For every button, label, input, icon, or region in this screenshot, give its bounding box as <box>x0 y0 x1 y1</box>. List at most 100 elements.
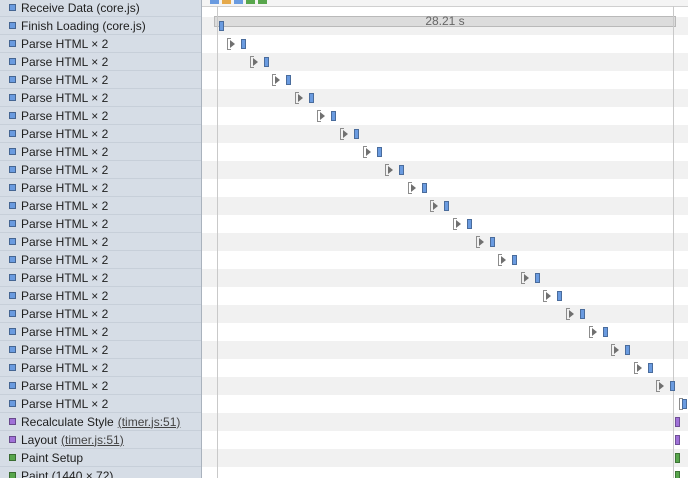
record-label: Parse HTML × 2 <box>21 90 109 105</box>
record-category-swatch <box>9 202 16 209</box>
timeline-row <box>202 233 688 251</box>
record-bar[interactable] <box>675 471 680 478</box>
disclosure-triangle-icon[interactable] <box>410 184 416 192</box>
record-row[interactable]: Parse HTML × 2 <box>0 161 201 179</box>
record-bar[interactable] <box>557 291 563 301</box>
record-bar[interactable] <box>647 363 653 373</box>
record-bar[interactable] <box>489 237 495 247</box>
record-row[interactable]: Parse HTML × 2 <box>0 179 201 197</box>
record-row[interactable]: Parse HTML × 2 <box>0 305 201 323</box>
record-label: Recalculate Style <box>21 414 114 429</box>
source-link[interactable]: (timer.js:51) <box>61 433 124 447</box>
record-row[interactable]: Paint (1440 × 72) <box>0 467 201 478</box>
disclosure-triangle-icon[interactable] <box>343 130 348 138</box>
timeline-row <box>202 251 688 269</box>
record-row[interactable]: Parse HTML × 2 <box>0 125 201 143</box>
grid-line <box>217 6 218 478</box>
record-bar[interactable] <box>399 165 405 175</box>
record-row[interactable]: Parse HTML × 2 <box>0 341 201 359</box>
record-bar[interactable] <box>308 93 314 103</box>
record-row[interactable]: Parse HTML × 2 <box>0 89 201 107</box>
record-bar[interactable] <box>241 39 246 49</box>
record-row[interactable]: Parse HTML × 2 <box>0 395 201 413</box>
record-row[interactable]: Parse HTML × 2 <box>0 377 201 395</box>
record-bar[interactable] <box>534 273 540 283</box>
record-row[interactable]: Parse HTML × 2 <box>0 251 201 269</box>
disclosure-triangle-icon[interactable] <box>297 94 303 102</box>
disclosure-triangle-icon[interactable] <box>636 364 642 372</box>
disclosure-triangle-icon[interactable] <box>523 274 529 282</box>
timeline-row <box>202 305 688 323</box>
record-bar[interactable] <box>286 75 292 85</box>
disclosure-triangle-icon[interactable] <box>252 58 258 66</box>
disclosure-triangle-icon[interactable] <box>388 166 394 174</box>
record-bar[interactable] <box>675 435 680 445</box>
record-row[interactable]: Recalculate Style (timer.js:51) <box>0 413 201 431</box>
record-bar[interactable] <box>675 453 680 463</box>
disclosure-triangle-icon[interactable] <box>501 256 507 264</box>
record-row[interactable]: Parse HTML × 2 <box>0 287 201 305</box>
record-bar[interactable] <box>602 327 608 337</box>
record-bar[interactable] <box>331 111 337 121</box>
record-category-swatch <box>9 256 16 263</box>
timeline-row <box>202 359 688 377</box>
record-row[interactable]: Parse HTML × 2 <box>0 107 201 125</box>
disclosure-triangle-icon[interactable] <box>433 202 439 210</box>
record-label: Parse HTML × 2 <box>21 54 109 69</box>
record-label: Parse HTML × 2 <box>21 144 109 159</box>
record-row[interactable]: Paint Setup <box>0 449 201 467</box>
disclosure-triangle-icon[interactable] <box>546 292 552 300</box>
disclosure-triangle-icon[interactable] <box>275 76 281 84</box>
disclosure-triangle-icon[interactable] <box>365 148 371 156</box>
record-row[interactable]: Parse HTML × 2 <box>0 215 201 233</box>
record-bar[interactable] <box>580 309 585 319</box>
record-row[interactable]: Layout (timer.js:51) <box>0 431 201 449</box>
record-row[interactable]: Parse HTML × 2 <box>0 197 201 215</box>
record-bar[interactable] <box>444 201 450 211</box>
record-row[interactable]: Parse HTML × 2 <box>0 233 201 251</box>
record-bar[interactable] <box>354 129 359 139</box>
record-bar[interactable] <box>219 21 224 31</box>
record-bar[interactable] <box>512 255 518 265</box>
record-label: Parse HTML × 2 <box>21 306 109 321</box>
record-row[interactable]: Finish Loading (core.js) <box>0 17 201 35</box>
record-bar[interactable] <box>467 219 472 229</box>
record-row[interactable]: Parse HTML × 2 <box>0 53 201 71</box>
overview-mark <box>246 0 255 4</box>
record-row[interactable]: Receive Data (core.js) <box>0 0 201 17</box>
record-label: Parse HTML × 2 <box>21 342 109 357</box>
record-category-swatch <box>9 130 16 137</box>
timeline-row <box>202 323 688 341</box>
record-row[interactable]: Parse HTML × 2 <box>0 143 201 161</box>
record-bar[interactable] <box>263 57 269 67</box>
disclosure-triangle-icon[interactable] <box>659 382 665 390</box>
timeline-row <box>202 449 688 467</box>
record-category-swatch <box>9 238 16 245</box>
record-bar[interactable] <box>625 345 631 355</box>
records-sidebar: Receive Data (core.js) Finish Loading (co… <box>0 0 201 478</box>
timeline-row <box>202 143 688 161</box>
record-category-swatch <box>9 4 16 11</box>
timeline-row <box>202 467 688 478</box>
record-bar[interactable] <box>376 147 382 157</box>
record-label: Paint (1440 × 72) <box>21 468 114 478</box>
disclosure-triangle-icon[interactable] <box>569 310 574 318</box>
disclosure-triangle-icon[interactable] <box>456 220 461 228</box>
record-bar[interactable] <box>670 381 676 391</box>
record-bar[interactable] <box>421 183 427 193</box>
disclosure-triangle-icon[interactable] <box>230 40 235 48</box>
timeline-row <box>202 269 688 287</box>
record-bar[interactable] <box>675 417 680 427</box>
record-row[interactable]: Parse HTML × 2 <box>0 71 201 89</box>
record-label: Receive Data (core.js) <box>21 0 140 15</box>
disclosure-triangle-icon[interactable] <box>614 346 620 354</box>
source-link[interactable]: (timer.js:51) <box>118 415 181 429</box>
record-row[interactable]: Parse HTML × 2 <box>0 35 201 53</box>
disclosure-triangle-icon[interactable] <box>478 238 484 246</box>
record-row[interactable]: Parse HTML × 2 <box>0 269 201 287</box>
record-row[interactable]: Parse HTML × 2 <box>0 323 201 341</box>
record-row[interactable]: Parse HTML × 2 <box>0 359 201 377</box>
disclosure-triangle-icon[interactable] <box>591 328 597 336</box>
record-bar[interactable] <box>682 399 687 409</box>
disclosure-triangle-icon[interactable] <box>320 112 326 120</box>
